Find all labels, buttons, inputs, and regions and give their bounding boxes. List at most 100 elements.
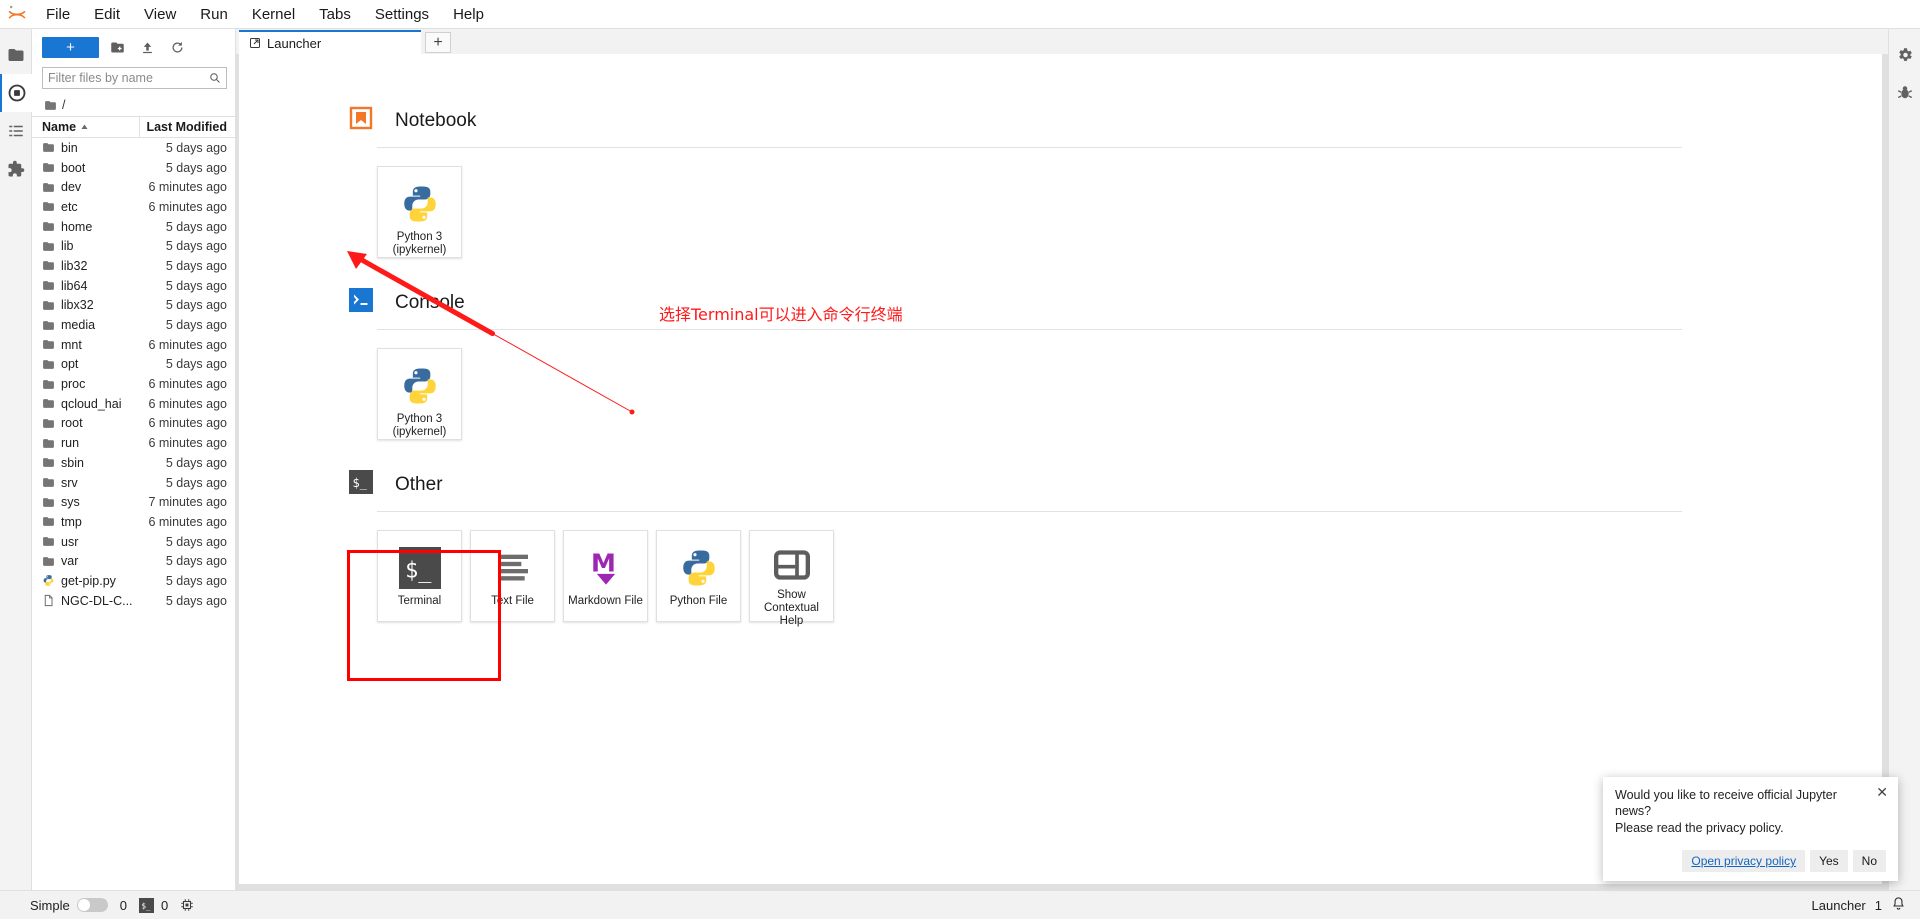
launcher-card[interactable]: Python File bbox=[656, 530, 741, 622]
file-list-item[interactable]: opt 5 days ago bbox=[32, 355, 235, 375]
file-list-item[interactable]: lib 5 days ago bbox=[32, 236, 235, 256]
folder-icon bbox=[43, 301, 54, 310]
breadcrumb[interactable]: / bbox=[32, 94, 235, 117]
file-list-item[interactable]: sbin 5 days ago bbox=[32, 453, 235, 473]
file-list-item-name: home bbox=[32, 220, 139, 234]
sidebar-item-debugger[interactable] bbox=[1889, 74, 1920, 112]
file-browser-toolbar: + bbox=[32, 29, 235, 62]
file-list-item[interactable]: media 5 days ago bbox=[32, 315, 235, 335]
file-list-item[interactable]: dev 6 minutes ago bbox=[32, 177, 235, 197]
menu-item-view[interactable]: View bbox=[132, 2, 188, 27]
file-list-item[interactable]: libx32 5 days ago bbox=[32, 296, 235, 316]
file-list-item-name: tmp bbox=[32, 515, 139, 529]
file-list-item-name: libx32 bbox=[32, 298, 139, 312]
file-list-item-modified: 6 minutes ago bbox=[148, 436, 227, 451]
kernel-count-item[interactable]: 0 bbox=[120, 898, 127, 913]
launcher-section: Notebook Python 3 (ipykernel) bbox=[349, 106, 1882, 258]
python-logo-icon bbox=[399, 363, 441, 409]
file-list-item-modified: 5 days ago bbox=[165, 554, 227, 569]
folder-icon bbox=[43, 261, 54, 271]
file-list-item[interactable]: home 5 days ago bbox=[32, 217, 235, 237]
left-activity-bar bbox=[0, 29, 32, 890]
close-icon[interactable]: ✕ bbox=[1876, 785, 1888, 799]
file-name-label: mnt bbox=[61, 337, 82, 352]
launcher-section-header: $_ Other bbox=[349, 470, 1882, 499]
folder-icon bbox=[43, 163, 54, 172]
column-header-name[interactable]: Name bbox=[32, 120, 139, 134]
current-tab-label[interactable]: Launcher bbox=[1812, 898, 1866, 913]
file-list-item[interactable]: var 5 days ago bbox=[32, 551, 235, 571]
menu-item-file[interactable]: File bbox=[34, 2, 82, 27]
menu-item-run[interactable]: Run bbox=[188, 2, 240, 27]
sidebar-item-file-browser[interactable] bbox=[0, 36, 32, 74]
folder-icon bbox=[45, 100, 56, 110]
file-list-item-modified: 6 minutes ago bbox=[148, 199, 227, 214]
menu-item-tabs[interactable]: Tabs bbox=[307, 2, 363, 27]
breadcrumb-root[interactable]: / bbox=[62, 98, 65, 112]
refresh-icon[interactable] bbox=[165, 36, 189, 58]
terminal-count: 0 bbox=[160, 897, 169, 913]
file-list-item[interactable]: sys 7 minutes ago bbox=[32, 492, 235, 512]
filter-files-box[interactable] bbox=[42, 67, 227, 89]
file-list-item-modified: 6 minutes ago bbox=[148, 514, 227, 529]
upload-icon[interactable] bbox=[135, 36, 159, 58]
file-list-item[interactable]: root 6 minutes ago bbox=[32, 414, 235, 434]
launcher-card[interactable]: Show Contextual Help bbox=[749, 530, 834, 627]
bell-icon[interactable] bbox=[1891, 896, 1906, 914]
file-list-item[interactable]: lib64 5 days ago bbox=[32, 276, 235, 296]
file-list-item-modified: 5 days ago bbox=[165, 318, 227, 333]
new-tab-button[interactable]: + bbox=[425, 32, 451, 53]
file-list-item-name: srv bbox=[32, 476, 139, 490]
file-list-item[interactable]: boot 5 days ago bbox=[32, 158, 235, 178]
launcher-section: $_ Other $_ Terminal Text File M Markdown File… bbox=[349, 470, 1882, 627]
launcher-card[interactable]: $_ Terminal bbox=[377, 530, 462, 622]
yes-button[interactable]: Yes bbox=[1810, 850, 1848, 872]
launcher-card[interactable]: Python 3 (ipykernel) bbox=[377, 166, 462, 258]
launcher-card-row: Python 3 (ipykernel) bbox=[349, 148, 1882, 258]
column-header-last-modified[interactable]: Last Modified bbox=[139, 116, 235, 138]
file-list-item-modified: 7 minutes ago bbox=[148, 495, 227, 510]
menu-item-settings[interactable]: Settings bbox=[363, 2, 441, 27]
toggle-switch[interactable] bbox=[76, 898, 108, 912]
menu-item-edit[interactable]: Edit bbox=[82, 2, 132, 27]
sidebar-item-property-inspector[interactable] bbox=[1889, 36, 1920, 74]
menu-items: File Edit View Run Kernel Tabs Settings … bbox=[34, 2, 496, 27]
sidebar-item-toc[interactable] bbox=[0, 112, 32, 150]
no-button[interactable]: No bbox=[1852, 850, 1886, 872]
sidebar-item-running[interactable] bbox=[0, 74, 32, 112]
tab-launcher[interactable]: Launcher bbox=[239, 30, 421, 54]
file-list-item[interactable]: get-pip.py 5 days ago bbox=[32, 571, 235, 591]
file-browser-panel: + / Name bbox=[32, 29, 236, 890]
launcher-card-label: Python 3 (ipykernel) bbox=[392, 413, 447, 438]
search-input[interactable] bbox=[48, 71, 209, 85]
file-list-item[interactable]: proc 6 minutes ago bbox=[32, 374, 235, 394]
launcher-card[interactable]: Text File bbox=[470, 530, 555, 622]
file-list-item-modified: 5 days ago bbox=[165, 475, 227, 490]
launcher-card[interactable]: M Markdown File bbox=[563, 530, 648, 622]
terminal-count-item[interactable]: $_ 0 bbox=[138, 897, 169, 913]
file-list-item[interactable]: mnt 6 minutes ago bbox=[32, 335, 235, 355]
sidebar-item-extensions[interactable] bbox=[0, 150, 32, 188]
file-list-item[interactable]: qcloud_hai 6 minutes ago bbox=[32, 394, 235, 414]
file-list-item[interactable]: run 6 minutes ago bbox=[32, 433, 235, 453]
file-list[interactable]: bin 5 days ago boot 5 days ago dev 6 minutes … bbox=[32, 138, 235, 890]
file-list-item[interactable]: lib32 5 days ago bbox=[32, 256, 235, 276]
file-list-item[interactable]: bin 5 days ago bbox=[32, 138, 235, 158]
simple-mode-toggle[interactable]: Simple bbox=[30, 898, 108, 913]
file-list-item[interactable]: NGC-DL-C... 5 days ago bbox=[32, 591, 235, 611]
file-list-item[interactable]: tmp 6 minutes ago bbox=[32, 512, 235, 532]
file-list-item[interactable]: etc 6 minutes ago bbox=[32, 197, 235, 217]
new-folder-icon[interactable] bbox=[105, 36, 129, 58]
file-list-item[interactable]: usr 5 days ago bbox=[32, 532, 235, 552]
menu-item-help[interactable]: Help bbox=[441, 2, 496, 27]
open-privacy-policy-link[interactable]: Open privacy policy bbox=[1682, 850, 1806, 872]
menu-item-kernel[interactable]: Kernel bbox=[240, 2, 307, 27]
file-name-label: dev bbox=[61, 180, 82, 195]
file-list-item[interactable]: srv 5 days ago bbox=[32, 473, 235, 493]
notification-toast: ✕ Would you like to receive official Jup… bbox=[1603, 776, 1898, 881]
notebook-icon bbox=[349, 106, 373, 135]
launcher-card[interactable]: Python 3 (ipykernel) bbox=[377, 348, 462, 440]
new-launcher-button[interactable]: + bbox=[42, 36, 99, 58]
cpu-icon[interactable] bbox=[180, 898, 194, 912]
column-header-name-label: Name bbox=[42, 120, 77, 134]
